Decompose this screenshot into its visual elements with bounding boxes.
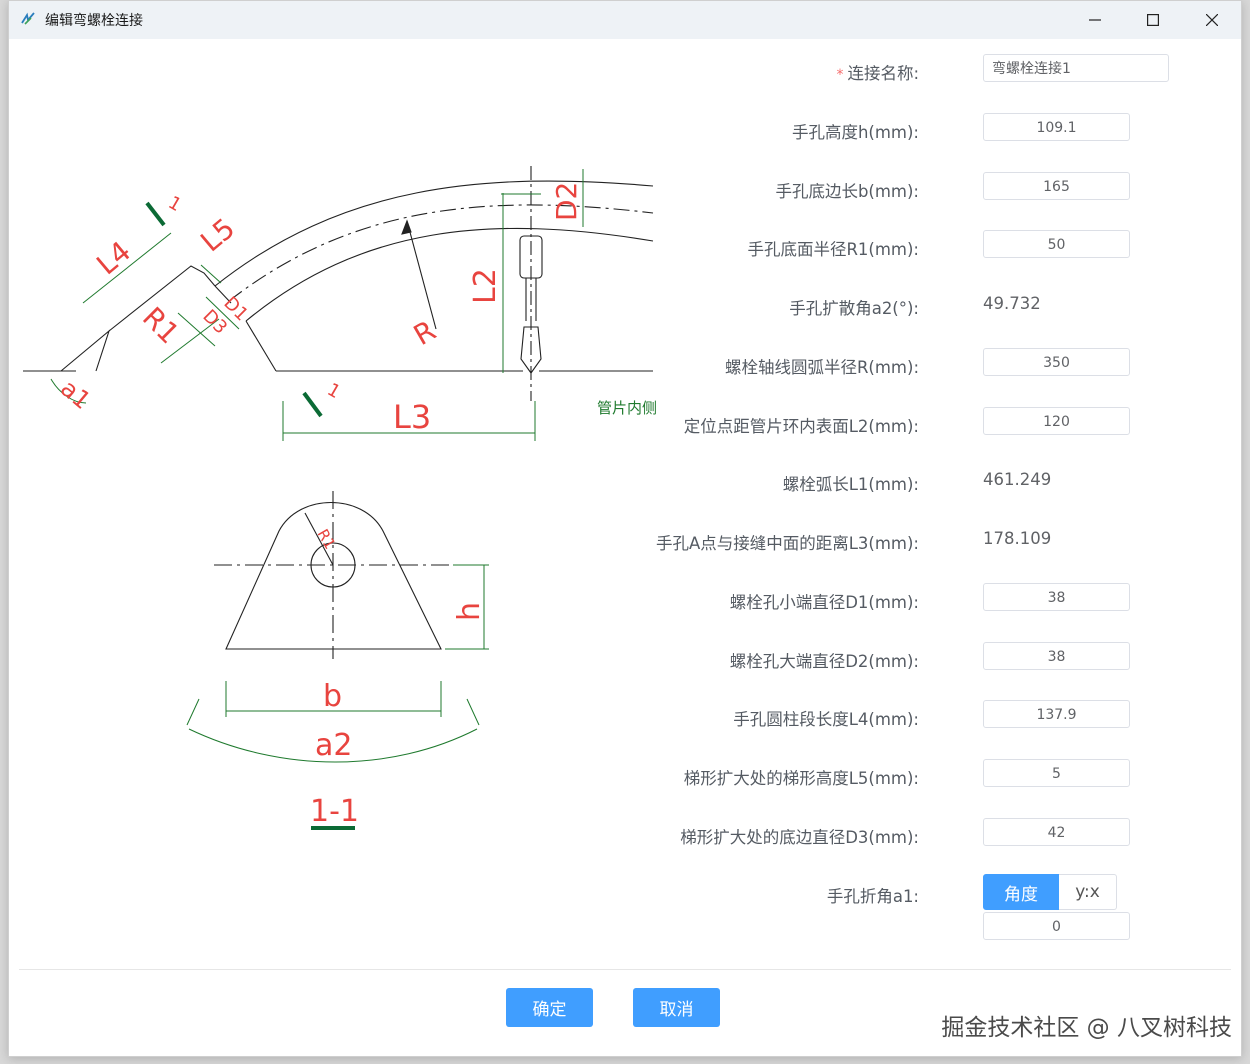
maximize-button[interactable] [1124,1,1182,39]
label-b: b [323,679,342,714]
bolt-arc-radius-input[interactable]: 350 [983,348,1130,376]
maximize-icon [1147,14,1159,26]
bolt-arc-length-value: 461.249 [983,470,1052,489]
dimension-lines [50,169,584,441]
trapezoid-height-label: 梯形扩大处的梯形高度L5(mm): [683,769,919,788]
required-mark: * [836,67,844,83]
trapezoid-height-input[interactable]: 5 [983,759,1130,787]
label-l3: L3 [393,398,431,436]
row-trapezoid-base: 梯形扩大处的底边直径D3(mm): 42 [649,818,1229,850]
bend-mode-angle-button[interactable]: 角度 [983,874,1059,910]
watermark-text: 掘金技术社区 @ 八叉树科技 [941,1015,1232,1041]
bolt-arc-radius-label: 螺栓轴线圆弧半径R(mm): [724,358,919,377]
row-hand-hole-bend: 手孔折角a1: 角度 y:x 0 [649,874,1229,944]
confirm-button[interactable]: 确定 [506,988,593,1027]
dialog-window: 编辑弯螺栓连接 a1 L4 L5 R1 D1 D3 R L2 D2 L3 1 1… [8,0,1242,1057]
label-section-mark-1: 1 [165,192,185,216]
row-hand-hole-radius: 手孔底面半径R1(mm): 50 [649,230,1229,262]
label-d2: D2 [550,182,583,221]
bolt-hole-small-input[interactable]: 38 [983,583,1130,611]
app-logo-icon [21,12,35,25]
connection-name-input[interactable]: 弯螺栓连接1 [983,54,1169,82]
title-bar[interactable]: 编辑弯螺栓连接 [9,1,1241,39]
row-trapezoid-height: 梯形扩大处的梯形高度L5(mm): 5 [649,759,1229,791]
locate-distance-label: 定位点距管片环内表面L2(mm): [683,417,919,436]
label-a2: a2 [315,728,352,763]
bolt-hole-small-label: 螺栓孔小端直径D1(mm): [729,593,919,612]
row-hand-hole-base: 手孔底边长b(mm): 165 [649,172,1229,204]
row-bolt-hole-large: 螺栓孔大端直径D2(mm): 38 [649,642,1229,674]
row-hand-hole-height: 手孔高度h(mm): 109.1 [649,113,1229,145]
cylinder-length-label: 手孔圆柱段长度L4(mm): [733,710,919,729]
label-r: R [408,314,441,352]
locate-distance-input[interactable]: 120 [983,407,1130,435]
hand-hole-distance-value: 178.109 [983,529,1052,548]
section-labels: R1 h b a2 1-1 [310,526,487,829]
label-section-mark-2: 1 [324,379,344,403]
hand-hole-base-input[interactable]: 165 [983,172,1130,200]
label-l5: L5 [194,212,241,259]
hand-hole-bend-input[interactable]: 0 [983,912,1130,940]
row-bolt-hole-small: 螺栓孔小端直径D1(mm): 38 [649,583,1229,615]
label-section: 1-1 [310,794,359,829]
bolt-arc-length-label: 螺栓弧长L1(mm): [782,475,919,494]
window-title: 编辑弯螺栓连接 [45,13,143,29]
bolt-hole-large-label: 螺栓孔大端直径D2(mm): [729,652,919,671]
hand-hole-distance-label: 手孔A点与接缝中面的距离L3(mm): [655,534,919,553]
hand-hole-radius-input[interactable]: 50 [983,230,1130,258]
hand-hole-bend-label: 手孔折角a1: [826,887,919,906]
trapezoid-base-input[interactable]: 42 [983,818,1130,846]
minimize-icon [1089,19,1101,21]
bolt-hole-large-input[interactable]: 38 [983,642,1130,670]
hand-hole-angle-label: 手孔扩散角a2(°): [789,299,919,318]
hand-hole-angle-value: 49.732 [983,294,1041,313]
close-button[interactable] [1183,1,1241,39]
label-a1: a1 [55,374,96,415]
row-bolt-arc-length: 螺栓弧长L1(mm): 461.249 [649,465,1229,497]
label-l4: L4 [90,235,137,282]
label-r1-small: R1 [314,526,340,552]
footer-divider [19,969,1231,970]
bend-mode-ratio-button[interactable]: y:x [1059,874,1117,910]
hand-hole-height-label: 手孔高度h(mm): [791,123,919,142]
hand-hole-base-label: 手孔底边长b(mm): [775,182,919,201]
hand-hole-radius-label: 手孔底面半径R1(mm): [747,240,919,259]
section-view-geometry [214,491,453,659]
row-locate-distance: 定位点距管片环内表面L2(mm): 120 [649,407,1229,439]
label-inner-side: 管片内侧 [597,399,657,417]
label-h: h [452,602,487,621]
row-hand-hole-angle: 手孔扩散角a2(°): 49.732 [649,289,1229,321]
cylinder-length-input[interactable]: 137.9 [983,700,1130,728]
minimize-button[interactable] [1066,1,1124,39]
trapezoid-base-label: 梯形扩大处的底边直径D3(mm): [680,828,919,847]
row-hand-hole-distance: 手孔A点与接缝中面的距离L3(mm): 178.109 [649,524,1229,556]
connection-name-label: * 连接名称: [836,64,919,83]
cancel-button[interactable]: 取消 [633,988,720,1027]
label-r1: R1 [136,301,186,351]
hand-hole-height-input[interactable]: 109.1 [983,113,1130,141]
row-cylinder-length: 手孔圆柱段长度L4(mm): 137.9 [649,700,1229,732]
row-connection-name: * 连接名称: 弯螺栓连接1 [649,54,1229,86]
label-l2: L2 [468,268,503,304]
row-bolt-arc-radius: 螺栓轴线圆弧半径R(mm): 350 [649,348,1229,380]
bend-mode-toggle: 角度 y:x [983,874,1117,912]
bolt-connection-drawing: a1 L4 L5 R1 D1 D3 R L2 D2 L3 1 1 管片内侧 R1… [23,166,657,830]
dimension-labels: a1 L4 L5 R1 D1 D3 R L2 D2 L3 1 1 管片内侧 [55,182,657,436]
close-icon [1206,14,1218,26]
